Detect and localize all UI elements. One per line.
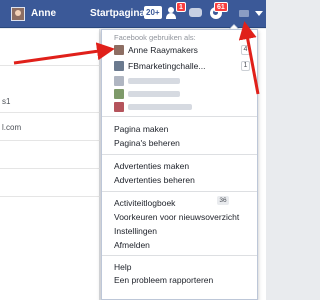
blurred-account-name	[128, 104, 192, 110]
home-link[interactable]: Startpagina	[90, 8, 145, 19]
friend-requests-badge: 1	[176, 2, 186, 12]
divider	[0, 112, 100, 113]
divider	[0, 140, 100, 141]
background-text: s1	[2, 97, 11, 106]
home-badge: 20+	[144, 6, 162, 19]
use-facebook-as-header: Facebook gebruiken als:	[114, 33, 196, 42]
account-avatar	[114, 102, 124, 112]
account-item-blurred[interactable]	[114, 76, 250, 87]
settings-dropdown-menu: Facebook gebruiken als: Anne Raaymakers …	[101, 29, 258, 300]
logout-item[interactable]: Afmelden	[114, 240, 150, 250]
account-avatar	[114, 89, 124, 99]
account-item-blurred[interactable]	[114, 102, 250, 113]
account-avatar	[114, 61, 124, 71]
blurred-account-name	[128, 91, 180, 97]
privacy-shortcuts-icon[interactable]	[238, 6, 254, 20]
manage-ads-item[interactable]: Advertenties beheren	[114, 175, 195, 185]
divider	[0, 196, 100, 197]
manage-pages-item[interactable]: Pagina's beheren	[114, 138, 180, 148]
account-avatar	[114, 76, 124, 86]
report-problem-item[interactable]: Een probleem rapporteren	[114, 275, 213, 285]
menu-divider	[102, 154, 257, 155]
create-page-item[interactable]: Pagina maken	[114, 124, 168, 134]
account-name: Anne Raaymakers	[128, 45, 198, 55]
activity-log-count: 36	[217, 196, 229, 205]
background-page-content: s1 l.com	[0, 29, 100, 300]
account-count: 1	[241, 61, 250, 71]
profile-name-link[interactable]: Anne	[31, 8, 56, 19]
menu-divider	[102, 116, 257, 117]
account-item-blurred[interactable]	[114, 89, 250, 100]
account-item-fbmarketing[interactable]: FBmarketingchalle... 1	[114, 61, 250, 72]
settings-item[interactable]: Instellingen	[114, 226, 157, 236]
account-count: 4	[241, 45, 250, 55]
account-name: FBmarketingchalle...	[128, 61, 206, 71]
profile-avatar[interactable]	[11, 7, 25, 21]
facebook-top-bar: Anne Startpagina 20+ 1 61	[0, 0, 266, 28]
account-avatar	[114, 45, 124, 55]
menu-divider	[102, 191, 257, 192]
create-ads-item[interactable]: Advertenties maken	[114, 161, 189, 171]
messages-icon[interactable]	[188, 6, 204, 20]
activity-log-item[interactable]: Activiteitlogboek	[114, 198, 175, 208]
news-feed-preferences-item[interactable]: Voorkeuren voor nieuwsoverzicht	[114, 212, 239, 222]
divider	[0, 65, 100, 66]
notifications-badge: 61	[214, 2, 228, 12]
menu-divider	[102, 255, 257, 256]
divider	[0, 168, 100, 169]
background-page-content	[258, 29, 266, 300]
blurred-account-name	[128, 78, 180, 84]
settings-dropdown-arrow-icon[interactable]	[255, 11, 263, 16]
account-item-anne[interactable]: Anne Raaymakers 4	[114, 45, 250, 56]
background-text: l.com	[2, 123, 22, 132]
help-item[interactable]: Help	[114, 262, 131, 272]
